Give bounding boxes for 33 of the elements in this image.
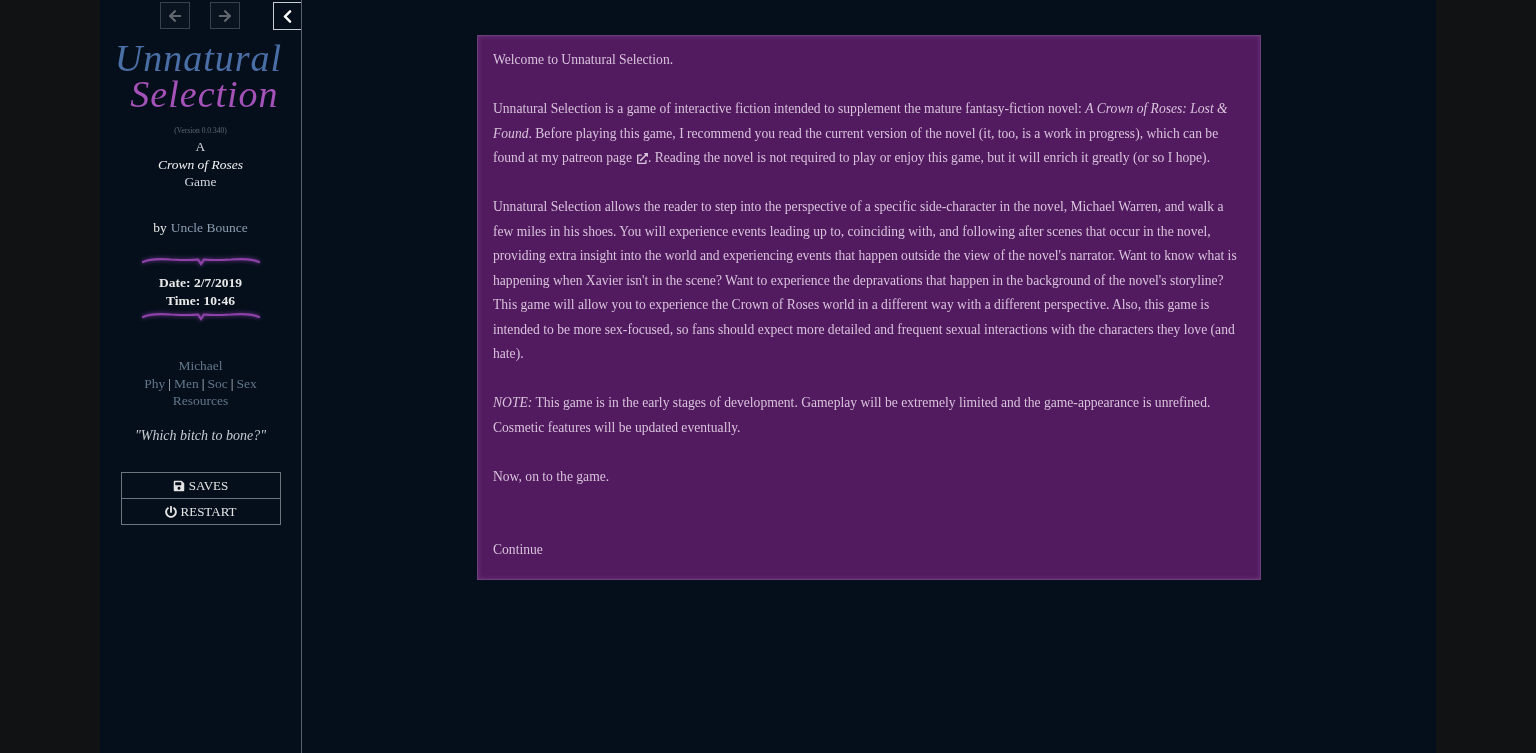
story-title: Crown of Roses xyxy=(158,155,243,173)
note-paragraph: NOTE: This game is in the early stages of development. Gameplay will be extremely limited and the game-appearance is unrefined. Cosmetic features will be updated eventually. xyxy=(493,394,1212,437)
resources-link[interactable]: Resources xyxy=(172,392,229,410)
external-link-icon xyxy=(636,152,648,164)
intro-paragraph: Unnatural Selection is a game of interactive fiction intended to supplement the mature fantasy-fiction novel: A Crown of Roses: Lost & Found. Before playing this game, I recommend you read the current version of the novel (it, too, is a work in progress), which can be found at my patreon page . Reading the novel is not required to play or enjoy this game, but it will enrich it greatly (or so I hope). xyxy=(493,97,1245,171)
stat-link[interactable]: Soc xyxy=(207,374,228,392)
character-link[interactable]: Michael xyxy=(178,357,223,375)
stat-link[interactable]: Men xyxy=(174,374,199,392)
time-label: Time: 10:46 xyxy=(165,291,236,309)
arrow-left-icon xyxy=(168,8,182,23)
continue-link[interactable]: Continue xyxy=(493,542,543,557)
stat-separator: | xyxy=(230,374,234,392)
stat-link[interactable]: Phy xyxy=(144,374,166,392)
logo-text: Selection xyxy=(130,76,279,112)
closing-paragraph: Now, on to the game. xyxy=(493,467,611,486)
patreon-link[interactable]: patreon page xyxy=(562,146,648,171)
stat-link[interactable]: Sex xyxy=(236,374,257,392)
date-label: Date: 2/7/2019 xyxy=(159,274,242,292)
restart-button[interactable]: RESTART xyxy=(120,499,281,525)
logo-text: Unnatural xyxy=(114,40,283,76)
subtitle-text: Game xyxy=(184,173,217,191)
stat-separator: | xyxy=(168,374,172,392)
stat-separator: | xyxy=(201,374,205,392)
character-quote: "Which bitch to bone?" xyxy=(134,426,267,444)
saves-button[interactable]: SAVES xyxy=(120,472,281,499)
description-paragraph: Unnatural Selection allows the reader to step into the perspective of a specific side-character in the novel, Michael Warren, and walk a few miles in his shoes. You will experience events leading up to, coinciding with, and following after scenes that occur in the novel, providing extra insight into the world and experiencing events that happen outside the view of the novel's narrator. Want to know what is happening when Xavier isn't in the scene? Want to experience the depravations that happen in the background of the novel's storyline? This game will allow you to experience the Crown of Roses world in a different way with a different perspective. Also, this game is intended to be more sex-focused, so fans should expect more detailed and frequent sexual interactions with the characters they love (and hate). xyxy=(493,198,1238,363)
author-link[interactable]: Uncle Bounce xyxy=(170,218,248,236)
subtitle-text: A xyxy=(195,138,206,156)
welcome-paragraph: Welcome to Unnatural Selection. xyxy=(493,51,675,69)
power-icon xyxy=(164,505,177,518)
byline-label: by xyxy=(153,218,167,236)
collapse-sidebar-button[interactable] xyxy=(273,2,301,30)
arrow-right-icon xyxy=(218,8,232,23)
